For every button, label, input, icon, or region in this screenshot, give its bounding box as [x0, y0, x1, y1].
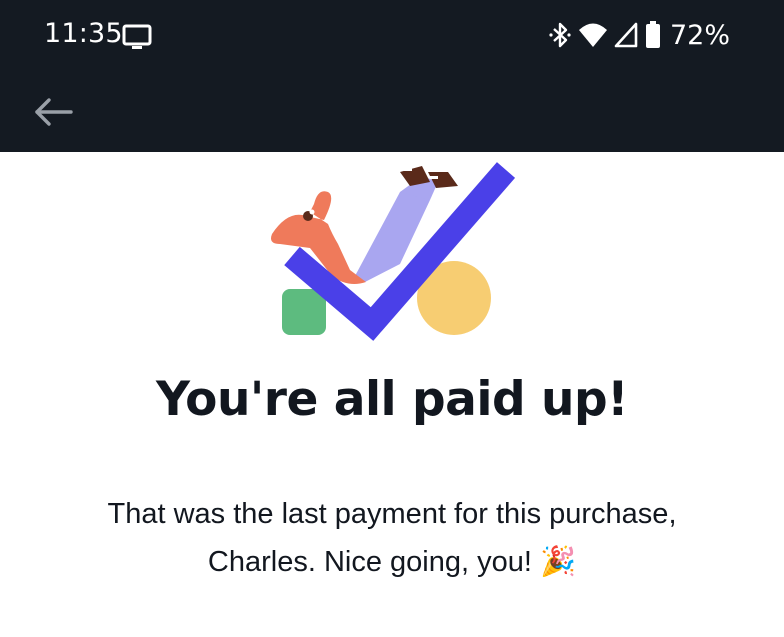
illustration-square — [282, 289, 326, 335]
party-popper-icon: 🎉 — [539, 546, 577, 578]
cast-icon — [122, 22, 152, 52]
status-bar: 11:35 72% — [0, 0, 784, 72]
back-button[interactable] — [26, 90, 82, 134]
message-line-2-text: Charles. Nice going, you! — [207, 546, 532, 578]
payment-complete-illustration — [270, 152, 520, 342]
message-line-2: Charles. Nice going, you! 🎉 — [92, 538, 692, 586]
status-time: 11:35 — [44, 18, 123, 49]
signal-icon — [614, 22, 638, 48]
app-bar — [0, 72, 784, 152]
page-title: You're all paid up! — [155, 372, 629, 427]
confirmation-message: That was the last payment for this purch… — [92, 490, 692, 586]
wifi-icon — [578, 21, 608, 49]
battery-percentage: 72% — [669, 19, 730, 51]
battery-icon — [644, 20, 662, 50]
bluetooth-icon — [548, 20, 572, 50]
message-line-1: That was the last payment for this purch… — [107, 498, 677, 530]
arrow-left-icon — [35, 98, 73, 126]
status-icons: 72% — [548, 18, 730, 52]
